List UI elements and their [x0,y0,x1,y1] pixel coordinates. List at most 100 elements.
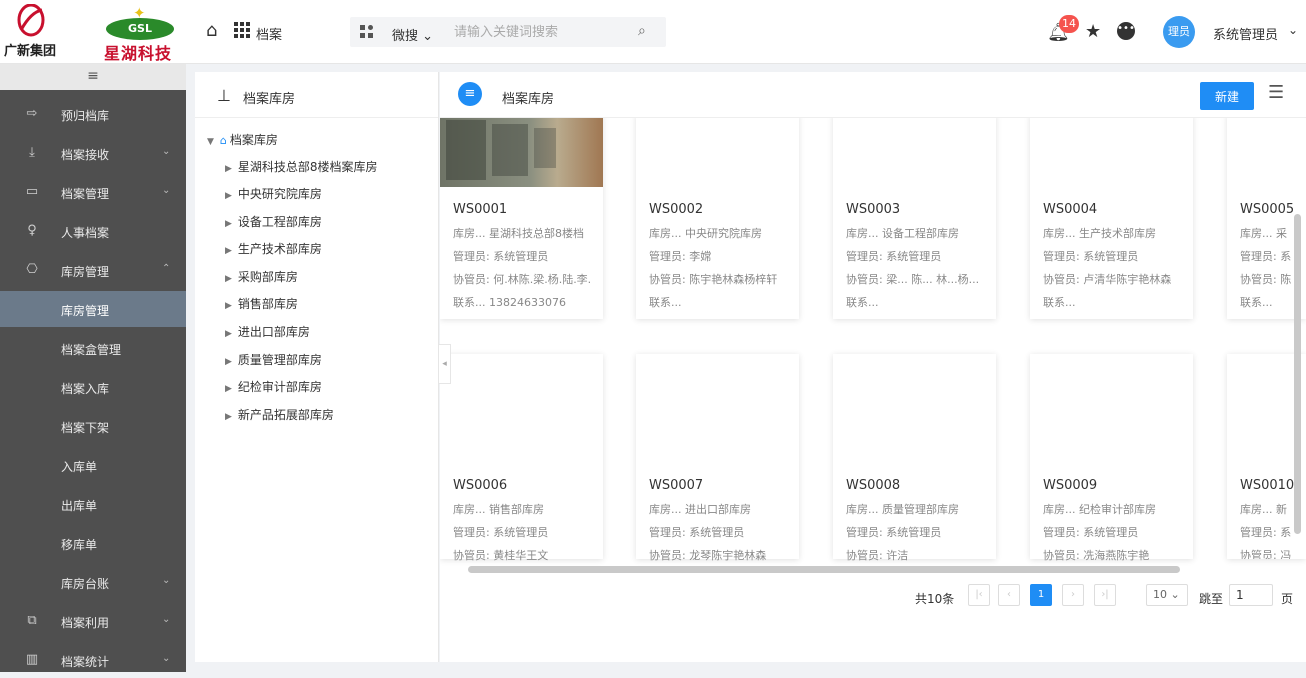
card-code: WS0010 [1240,478,1295,493]
caret-down-icon[interactable]: ▼ [207,137,214,147]
avatar[interactable]: 理员 [1163,16,1195,48]
search-type-dropdown[interactable]: 微搜 ⌄ [392,25,433,44]
sidebar-item-archive-off[interactable]: 档案下架 [0,408,186,444]
tree-node[interactable]: ▶ 质量管理部库房 [225,351,322,368]
favorite-star-icon[interactable]: ★ [1085,21,1101,42]
apps-grid-icon[interactable] [234,22,250,38]
new-button[interactable]: 新建 [1200,82,1254,110]
tree-node[interactable]: ▶ 销售部库房 [225,295,298,312]
goto-label: 跳至 [1199,592,1224,606]
warehouse-card[interactable]: WS0006 库房... 销售部库房 管理员: 系统管理员 协管员: 黄桂华王文 [440,354,603,562]
sidebar-item-box-manage[interactable]: 档案盒管理 [0,330,186,366]
panel-collapse-toggle[interactable]: ◂ [439,344,451,384]
page-button-current[interactable]: 1 [1030,584,1052,606]
warehouse-card[interactable]: WS0001 库房... 星湖科技总部8楼档 管理员: 系统管理员 协管员: 何… [440,118,603,319]
notification-badge: 14 [1059,15,1079,33]
sidebar-item-archive-receive[interactable]: ⤓ 档案接收 ⌄ [0,135,186,171]
sidebar-item-label: 档案接收 [61,148,110,162]
card-code: WS0005 [1240,202,1295,217]
sidebar-item-ledger[interactable]: 库房台账 ⌄ [0,564,186,600]
caret-right-icon[interactable]: ▶ [225,329,232,339]
card-warehouse: 库房... 质量管理部库房 [846,503,959,516]
tree-node[interactable]: ▶ 纪检审计部库房 [225,378,322,395]
sidebar-collapse-toggle[interactable]: ≡ [0,64,186,90]
warehouse-card[interactable]: WS0002 库房... 中央研究院库房 管理员: 李嫦 协管员: 陈宇艳林森杨… [636,118,799,319]
home-icon[interactable]: ⌂ [206,20,217,41]
warehouse-card[interactable]: WS0003 库房... 设备工程部库房 管理员: 系统管理员 协管员: 梁..… [833,118,996,319]
sidebar-item-archive-use[interactable]: ⧉ 档案利用 ⌄ [0,603,186,639]
sidebar-item-archive-manage[interactable]: ▭ 档案管理 ⌄ [0,174,186,210]
username[interactable]: 系统管理员 [1213,24,1278,43]
caret-right-icon[interactable]: ▶ [225,357,232,367]
card-code: WS0003 [846,202,901,217]
more-icon[interactable]: ••• [1117,22,1135,40]
first-page-icon[interactable]: |‹ [968,584,990,606]
caret-right-icon[interactable]: ▶ [225,191,232,201]
tree-root-node[interactable]: ▼ ⌂ 档案库房 [207,131,278,148]
card-warehouse: 库房... 星湖科技总部8楼档 [453,227,584,240]
sidebar-item-pre-archive[interactable]: ⇨ 预归档库 [0,96,186,132]
sidebar-item-label: 预归档库 [61,109,110,123]
last-page-icon[interactable]: ›| [1094,584,1116,606]
tree-node[interactable]: ▶ 进出口部库房 [225,323,310,340]
sidebar-item-personnel[interactable]: ♀ 人事档案 [0,213,186,249]
sidebar-item-statistics[interactable]: ▥ 档案统计 ⌄ [0,642,186,678]
chevron-down-icon[interactable]: ⌄ [1288,23,1298,37]
caret-right-icon[interactable]: ▶ [225,384,232,394]
sidebar-item-in-order[interactable]: 入库单 [0,447,186,483]
warehouse-photo [440,118,603,187]
vertical-scrollbar[interactable] [1294,214,1301,534]
tree-node[interactable]: ▶ 生产技术部库房 [225,240,322,257]
sidebar-item-out-order[interactable]: 出库单 [0,486,186,522]
card-assistants: 协管员: 黄桂华王文 [453,549,549,562]
search-box: 微搜 ⌄ ⌕ [350,17,666,47]
tree-node-label: 中央研究院库房 [237,187,322,201]
caret-right-icon[interactable]: ▶ [225,412,232,422]
chevron-down-icon: ⌄ [162,575,171,586]
tree-node[interactable]: ▶ 星湖科技总部8楼档案库房 [225,158,378,175]
search-input[interactable] [454,22,634,42]
tree-node[interactable]: ▶ 设备工程部库房 [225,213,322,230]
tree-node-label: 生产技术部库房 [237,242,322,256]
warehouse-card[interactable]: WS0004 库房... 生产技术部库房 管理员: 系统管理员 协管员: 卢清华… [1030,118,1193,319]
card-warehouse: 库房... 采 [1240,227,1287,240]
next-page-icon[interactable]: › [1062,584,1084,606]
caret-right-icon[interactable]: ▶ [225,246,232,256]
guangxin-logo-mark [17,4,45,37]
caret-right-icon[interactable]: ▶ [225,301,232,311]
page-unit-label: 页 [1281,592,1294,606]
save-icon: ▭ [25,184,39,199]
search-icon[interactable]: ⌕ [638,23,646,39]
warehouse-card[interactable]: WS0008 库房... 质量管理部库房 管理员: 系统管理员 协管员: 许洁 [833,354,996,562]
card-manager: 管理员: 系统管理员 [846,526,942,539]
goto-page-input[interactable] [1229,584,1273,606]
sidebar-item-move-order[interactable]: 移库单 [0,525,186,561]
warehouse-card[interactable]: WS0007 库房... 进出口部库房 管理员: 系统管理员 协管员: 龙琴陈宇… [636,354,799,562]
card-assistants: 协管员: 卢清华陈宇艳林森 [1043,273,1172,286]
list-view-icon[interactable]: ☰ [1268,82,1284,103]
prev-page-icon[interactable]: ‹ [998,584,1020,606]
card-assistants: 协管员: 龙琴陈宇艳林森 [649,549,767,562]
download-icon: ⤓ [29,145,35,160]
top-bar: 广新集团 ✦ GSL 星湖科技 ⌂ 档案 微搜 ⌄ ⌕ 🔔︎ 14 ★ ••• … [0,0,1306,64]
tree-node[interactable]: ▶ 中央研究院库房 [225,185,322,202]
page-size-select[interactable]: 10 ⌄ [1146,584,1188,606]
search-type-icon [360,25,374,39]
caret-right-icon[interactable]: ▶ [225,164,232,174]
chevron-down-icon: ⌄ [162,146,171,157]
chevron-down-icon: ⌄ [162,614,171,625]
caret-right-icon[interactable]: ▶ [225,219,232,229]
tree-node-label: 采购部库房 [237,270,298,284]
tree-node[interactable]: ▶ 采购部库房 [225,268,298,285]
caret-right-icon[interactable]: ▶ [225,274,232,284]
sidebar-item-archive-in[interactable]: 档案入库 [0,369,186,405]
sidebar-item-warehouse-group[interactable]: ⎔ 库房管理 ⌃ [0,252,186,288]
xinghu-logo-text: 星湖科技 [104,44,173,63]
sidebar-item-warehouse-manage[interactable]: 库房管理 [0,291,186,327]
tree-node[interactable]: ▶ 新产品拓展部库房 [225,406,334,423]
app-name[interactable]: 档案 [256,24,282,43]
card-assistants: 协管员: 何.林陈.梁.杨.陆.李. [453,273,592,286]
warehouse-card[interactable]: WS0009 库房... 纪检审计部库房 管理员: 系统管理员 协管员: 冼海燕… [1030,354,1193,562]
horizontal-scrollbar[interactable] [468,566,1180,573]
card-code: WS0001 [453,202,508,217]
